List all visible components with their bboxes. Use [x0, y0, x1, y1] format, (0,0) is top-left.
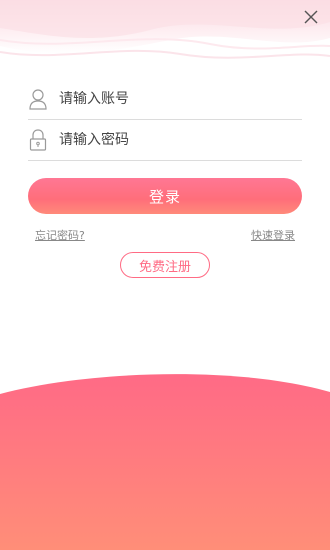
user-icon — [28, 88, 48, 110]
register-button[interactable]: 免费注册 — [120, 252, 210, 278]
forgot-password-link[interactable]: 忘记密码? — [35, 227, 85, 243]
quick-login-link[interactable]: 快速登录 — [251, 227, 295, 243]
top-wave-decoration — [0, 0, 330, 72]
account-field — [28, 79, 302, 120]
password-input[interactable] — [59, 132, 289, 148]
close-button[interactable] — [300, 6, 322, 28]
account-input[interactable] — [59, 91, 289, 107]
login-button[interactable]: 登录 — [28, 178, 302, 214]
close-icon — [304, 10, 318, 24]
lock-icon — [28, 129, 48, 151]
bottom-wave-decoration — [0, 374, 330, 550]
password-field — [28, 120, 302, 161]
login-screen: 登录 忘记密码? 快速登录 免费注册 — [0, 0, 330, 550]
